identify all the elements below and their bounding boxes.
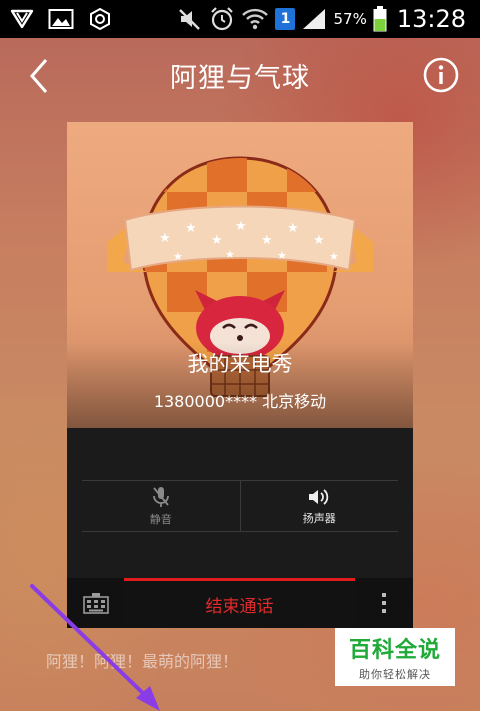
- mute-button[interactable]: 静音: [82, 481, 240, 531]
- svg-text:★: ★: [159, 231, 171, 246]
- theme-description: 阿狸！阿狸！最萌的阿狸！: [46, 652, 239, 671]
- status-right-icons: 1 57% 13:28: [177, 5, 480, 33]
- svg-text:★: ★: [277, 249, 287, 262]
- watermark-subtitle: 助你轻松解决: [359, 668, 431, 681]
- app-header: 阿狸与气球: [0, 38, 480, 114]
- speaker-button[interactable]: 扬声器: [239, 481, 399, 531]
- watermark-title: 百科全说: [348, 638, 441, 663]
- battery-percent: 57%: [333, 10, 367, 28]
- watermark-logo: 百科全说 助你轻松解决: [335, 628, 455, 686]
- info-circle-icon[interactable]: [422, 56, 460, 94]
- svg-text:★: ★: [211, 233, 223, 248]
- svg-text:★: ★: [313, 233, 325, 248]
- status-bar: 1 57% 13:28: [0, 0, 480, 38]
- mute-label: 静音: [149, 512, 172, 526]
- more-vertical-icon: [382, 593, 386, 613]
- dialpad-icon: [82, 593, 109, 614]
- svg-text:★: ★: [287, 221, 299, 236]
- mute-icon: [179, 9, 201, 30]
- speaker-label: 扬声器: [302, 511, 336, 525]
- ali-balloon-illustration: ★ ★ ★ ★ ★ ★ ★ ★ ★ ★ ★ 我的来电秀 1380000**** …: [67, 122, 413, 428]
- hexagon-settings-icon: [90, 7, 110, 31]
- sim-1-icon: 1: [275, 8, 296, 30]
- status-left-icons: [0, 7, 112, 31]
- svg-text:★: ★: [173, 250, 183, 263]
- status-time: 13:28: [396, 5, 466, 33]
- caller-number-carrier: 1380000**** 北京移动: [153, 392, 327, 411]
- speaker-icon: [309, 488, 329, 505]
- svg-text:★: ★: [261, 233, 273, 248]
- notification-v-icon: [10, 9, 34, 29]
- wifi-icon: [242, 8, 269, 30]
- end-call-button[interactable]: 结束通话: [124, 578, 355, 628]
- svg-text:★: ★: [185, 221, 197, 236]
- call-show-card: ★ ★ ★ ★ ★ ★ ★ ★ ★ ★ ★ 我的来电秀 1380000**** …: [67, 122, 413, 628]
- svg-text:★: ★: [235, 219, 247, 234]
- svg-text:★: ★: [329, 250, 339, 263]
- microphone-muted-icon: [152, 486, 169, 507]
- more-options-button[interactable]: [355, 578, 413, 628]
- call-controls: 静音 扬声器: [82, 480, 398, 532]
- signal-icon: [303, 9, 326, 29]
- alarm-icon: [211, 7, 234, 31]
- page-title: 阿狸与气球: [170, 63, 310, 94]
- dialpad-button[interactable]: [67, 578, 124, 628]
- gallery-icon: [48, 9, 74, 29]
- battery-icon: [373, 6, 387, 32]
- call-show-title: 我的来电秀: [187, 352, 293, 376]
- svg-text:★: ★: [225, 248, 235, 261]
- call-bottom-bar: 结束通话: [67, 578, 413, 628]
